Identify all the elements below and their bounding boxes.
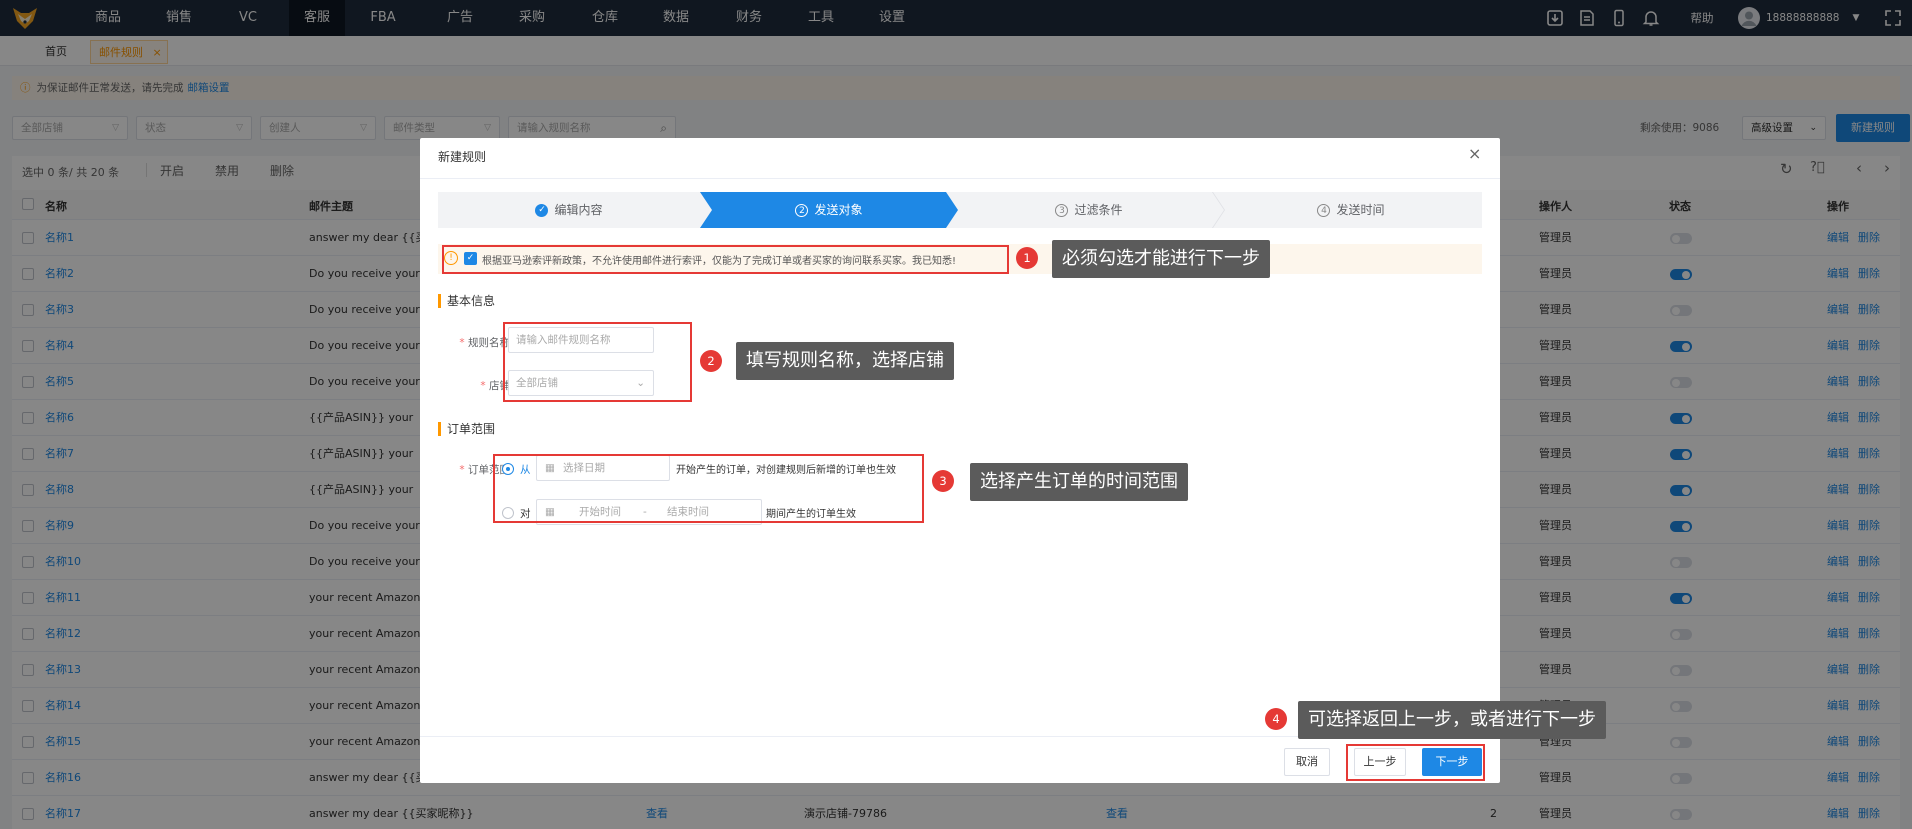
step-mark-icon: 2 (795, 204, 809, 217)
step-mark-icon: 4 (1317, 204, 1331, 217)
rule-name-label: * 规则名称 (434, 335, 510, 350)
required-mark: * (459, 464, 468, 476)
annotation-badge-3: 3 (932, 470, 954, 492)
required-mark: * (459, 337, 468, 349)
step-label: 发送对象 (814, 203, 863, 217)
step-3[interactable]: 3 过滤条件 (958, 192, 1220, 228)
step-mark-icon: 3 (1055, 204, 1069, 217)
close-icon[interactable]: × (1468, 144, 1481, 163)
annotation-tip-1: 必须勾选才能进行下一步 (1052, 240, 1270, 278)
shop-label: * 店铺 (434, 378, 510, 393)
annotation-box-2 (503, 322, 692, 402)
step-label: 发送时间 (1336, 203, 1385, 217)
annotation-badge-4: 4 (1265, 708, 1287, 730)
dialog-title: 新建规则 (438, 150, 487, 164)
annotation-badge-2: 2 (700, 350, 722, 372)
step-4[interactable]: 4 发送时间 (1220, 192, 1482, 228)
dialog-header-divider (420, 178, 1500, 179)
order-range-section-title: 订单范围 (438, 422, 495, 436)
step-2[interactable]: 2 发送对象 (700, 192, 958, 228)
basic-info-section-title: 基本信息 (438, 294, 495, 308)
steps-bar: ✓ 编辑内容 2 发送对象 3 过滤条件 4 发送时间 (438, 192, 1482, 228)
annotation-tip-3: 选择产生订单的时间范围 (970, 463, 1188, 501)
annotation-tip-2: 填写规则名称，选择店铺 (736, 342, 954, 380)
annotation-badge-1: 1 (1016, 247, 1038, 269)
cancel-button[interactable]: 取消 (1284, 748, 1330, 776)
annotation-box-3 (493, 454, 924, 523)
step-label: 过滤条件 (1074, 203, 1123, 217)
annotation-box-1 (442, 245, 1009, 274)
step-1[interactable]: ✓ 编辑内容 (438, 192, 700, 228)
step-mark-icon: ✓ (535, 204, 549, 217)
annotation-box-4 (1346, 744, 1485, 781)
required-mark: * (480, 380, 489, 392)
step-label: 编辑内容 (554, 203, 603, 217)
annotation-tip-4: 可选择返回上一步，或者进行下一步 (1298, 701, 1606, 739)
